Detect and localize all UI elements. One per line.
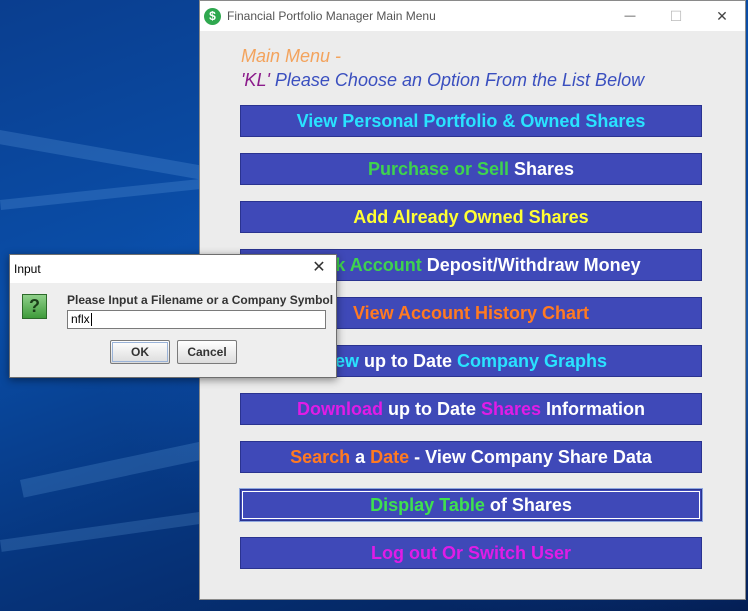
dialog-close-button[interactable]: ✕ — [308, 257, 330, 279]
button-label-part: - View Company Share Data — [414, 446, 652, 467]
button-label-part: Company Graphs — [456, 350, 608, 371]
button-label-part: Date — [370, 446, 415, 467]
input-value: nflx — [71, 312, 90, 326]
button-label-part: Display Table — [370, 494, 490, 515]
button-label-part: of Shares — [489, 494, 572, 515]
view-portfolio-button[interactable]: View Personal Portfolio & Owned Shares — [240, 105, 702, 137]
add-owned-shares-button[interactable]: Add Already Owned Shares — [240, 201, 702, 233]
button-label-part: up to Date — [387, 398, 481, 419]
button-label-part: up to Date — [363, 350, 457, 371]
input-dialog: Input ✕ ? Please Input a Filename or a C… — [9, 254, 337, 378]
minimize-button[interactable]: — — [607, 1, 653, 31]
button-label-part: ew — [334, 350, 364, 371]
purchase-sell-button[interactable]: Purchase or Sell Shares — [240, 153, 702, 185]
ok-button[interactable]: OK — [110, 340, 170, 364]
window-title: Financial Portfolio Manager Main Menu — [227, 9, 436, 23]
instruction-heading: 'KL' Please Choose an Option From the Li… — [241, 70, 644, 91]
search-date-button[interactable]: Search a Date - View Company Share Data — [240, 441, 702, 473]
button-label-part: View Personal Portfolio & Owned Shares — [296, 110, 646, 131]
instruction-text: Please Choose an Option From the List Be… — [269, 70, 645, 90]
button-label-part: Search — [290, 446, 356, 467]
button-label-part: Information — [546, 398, 646, 419]
button-label-part: a — [355, 446, 371, 467]
button-label-part: Purchase or Sell — [367, 158, 515, 179]
button-label-part: Deposit/Withdraw Money — [426, 254, 641, 275]
button-label-part: Shares — [480, 398, 547, 419]
text-caret — [90, 313, 92, 327]
question-icon: ? — [22, 294, 47, 319]
close-icon: ✕ — [312, 259, 326, 276]
maximize-icon: ☐ — [669, 7, 683, 24]
button-label-part: Add Already Owned Shares — [353, 206, 589, 227]
display-table-button[interactable]: Display Table of Shares — [240, 489, 702, 521]
filename-symbol-input[interactable]: nflx — [67, 310, 326, 329]
dollar-icon: $ — [204, 7, 221, 25]
main-window-titlebar[interactable]: $ Financial Portfolio Manager Main Menu … — [200, 1, 745, 31]
dialog-title: Input — [14, 262, 41, 276]
close-icon: ✕ — [716, 7, 728, 24]
user-initials: 'KL' — [241, 70, 270, 90]
button-label-part: Log out Or Switch User — [370, 542, 571, 563]
maximize-button: ☐ — [653, 1, 699, 31]
close-button[interactable]: ✕ — [699, 1, 745, 31]
logout-switch-button[interactable]: Log out Or Switch User — [240, 537, 702, 569]
dialog-titlebar[interactable]: Input ✕ — [10, 255, 336, 283]
minimize-icon: — — [624, 10, 636, 22]
button-label-part: Shares — [514, 158, 575, 179]
dialog-prompt: Please Input a Filename or a Company Sym… — [67, 293, 334, 307]
cancel-button[interactable]: Cancel — [177, 340, 237, 364]
button-label-part: View Account History Chart — [352, 302, 590, 323]
download-shares-button[interactable]: Download up to Date Shares Information — [240, 393, 702, 425]
main-menu-heading: Main Menu - — [241, 46, 342, 66]
button-label-part: Download — [296, 398, 388, 419]
